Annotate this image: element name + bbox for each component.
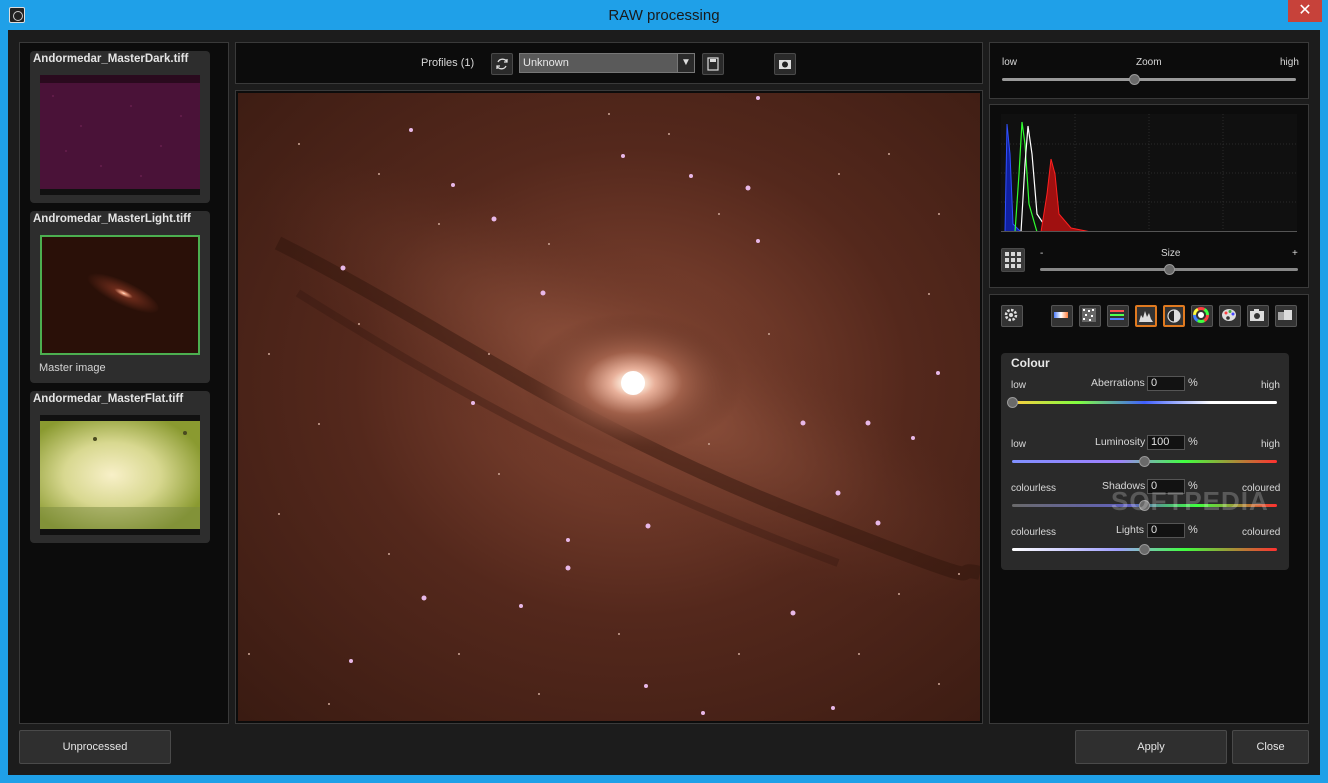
shadows-input[interactable]: 0: [1147, 479, 1185, 494]
tool-colour-wheel[interactable]: [1191, 305, 1213, 327]
shadows-slider-knob[interactable]: [1139, 500, 1150, 511]
profiles-label: Profiles (1): [421, 57, 475, 69]
levels-icon: [1110, 310, 1124, 320]
aberrations-right-label: high: [1261, 380, 1280, 391]
tool-export[interactable]: [1275, 305, 1297, 327]
size-plus-label: +: [1292, 248, 1298, 259]
gear-icon: [1004, 308, 1018, 322]
luminosity-slider-knob[interactable]: [1139, 456, 1150, 467]
title-bar: RAW processing ✕: [0, 0, 1328, 30]
grid-toggle-button[interactable]: [1001, 248, 1025, 272]
aberrations-input[interactable]: 0: [1147, 376, 1185, 391]
thumbnail-panel: Andormedar_MasterDark.tiff Andromedar_Ma…: [19, 42, 229, 724]
zoom-high-label: high: [1280, 57, 1299, 68]
profile-toolbar: Profiles (1) Unknown ▼: [235, 42, 983, 84]
shadows-label: Shadows: [1102, 480, 1146, 492]
tool-histogram[interactable]: [1135, 305, 1157, 327]
histogram-icon: [1139, 311, 1153, 322]
zoom-slider-knob[interactable]: [1128, 74, 1140, 85]
contrast-icon: [1167, 309, 1181, 323]
thumbnail-card-dark[interactable]: Andormedar_MasterDark.tiff: [30, 51, 210, 203]
colour-title: Colour: [1011, 356, 1050, 370]
histogram-chart: [1001, 114, 1297, 232]
aberrations-label: Aberrations: [1091, 377, 1145, 389]
refresh-icon: [496, 58, 508, 70]
window-close-button[interactable]: ✕: [1288, 0, 1322, 22]
colour-group: Colour low Aberrations 0 % high low Lumi…: [1001, 353, 1289, 570]
adjustments-panel: Colour low Aberrations 0 % high low Lumi…: [989, 294, 1309, 724]
luminosity-unit: %: [1188, 436, 1198, 448]
close-button[interactable]: Close: [1232, 730, 1309, 764]
thumbnail-card-flat[interactable]: Andormedar_MasterFlat.tiff: [30, 391, 210, 543]
thumbnail-name: Andormedar_MasterDark.tiff: [33, 53, 189, 65]
lights-slider-knob[interactable]: [1139, 544, 1150, 555]
lights-right-label: coloured: [1242, 527, 1281, 538]
profile-select[interactable]: Unknown ▼: [519, 53, 695, 73]
zoom-label: Zoom: [1136, 57, 1162, 68]
zoom-low-label: low: [1002, 57, 1018, 68]
client-area: Andormedar_MasterDark.tiff Andromedar_Ma…: [8, 30, 1320, 775]
luminosity-label: Luminosity: [1095, 436, 1146, 448]
profile-select-value: Unknown: [523, 57, 569, 69]
palette-icon: [1222, 309, 1236, 321]
size-label: Size: [1161, 248, 1181, 259]
thumbnail-card-light[interactable]: Andromedar_MasterLight.tiff Master image: [30, 211, 210, 383]
tool-white-balance[interactable]: [1051, 305, 1073, 327]
tool-palette[interactable]: [1219, 305, 1241, 327]
shadows-right-label: coloured: [1242, 483, 1281, 494]
aberrations-slider-knob[interactable]: [1006, 397, 1018, 408]
aberrations-unit: %: [1188, 377, 1198, 389]
thumbnail-name: Andormedar_MasterFlat.tiff: [33, 393, 184, 405]
zoom-slider-track[interactable]: [1002, 78, 1296, 81]
colour-wheel-icon: [1193, 307, 1209, 323]
tool-contrast[interactable]: [1163, 305, 1185, 327]
apply-button[interactable]: Apply: [1075, 730, 1227, 764]
save-icon: [707, 57, 719, 71]
luminosity-right-label: high: [1261, 439, 1280, 450]
lights-label: Lights: [1116, 524, 1145, 536]
refresh-profiles-button[interactable]: [491, 53, 513, 75]
snapshot-button[interactable]: [774, 53, 796, 75]
histogram-panel: - Size +: [989, 104, 1309, 288]
tool-levels[interactable]: [1107, 305, 1129, 327]
luminosity-input[interactable]: 100: [1147, 435, 1185, 450]
thumbnail-image-flat: [40, 415, 200, 535]
tool-camera[interactable]: [1247, 305, 1269, 327]
unprocessed-button[interactable]: Unprocessed: [19, 730, 171, 764]
lights-unit: %: [1188, 524, 1198, 536]
window-title: RAW processing: [608, 7, 720, 24]
camera-icon: [1250, 309, 1264, 321]
lights-left-label: colourless: [1011, 527, 1057, 538]
grid-icon: [1005, 252, 1021, 268]
thumbnail-image-light: [40, 235, 200, 355]
shadows-unit: %: [1188, 480, 1198, 492]
tool-noise[interactable]: [1079, 305, 1101, 327]
size-slider-knob[interactable]: [1163, 264, 1175, 275]
zoom-panel: low Zoom high: [989, 42, 1309, 99]
lights-input[interactable]: 0: [1147, 523, 1185, 538]
export-icon: [1278, 310, 1292, 320]
thumbnail-name: Andromedar_MasterLight.tiff: [33, 213, 191, 225]
thumbnail-image-dark: [40, 75, 200, 195]
main-image[interactable]: [238, 93, 980, 721]
chevron-down-icon: ▼: [677, 54, 694, 72]
shadows-left-label: colourless: [1011, 483, 1057, 494]
camera-icon: [779, 60, 791, 69]
raw-processing-window: RAW processing ✕ Andormedar_MasterDark.t…: [0, 0, 1328, 783]
luminosity-left-label: low: [1011, 439, 1027, 450]
aberrations-left-label: low: [1011, 380, 1027, 391]
image-view-panel: [235, 90, 983, 724]
noise-icon: [1082, 308, 1096, 322]
size-minus-label: -: [1040, 248, 1044, 259]
gradient-icon: [1054, 312, 1068, 318]
aberrations-slider-track[interactable]: [1012, 401, 1277, 404]
save-profile-button[interactable]: [702, 53, 724, 75]
settings-button[interactable]: [1001, 305, 1023, 327]
master-image-caption: Master image: [39, 362, 106, 374]
